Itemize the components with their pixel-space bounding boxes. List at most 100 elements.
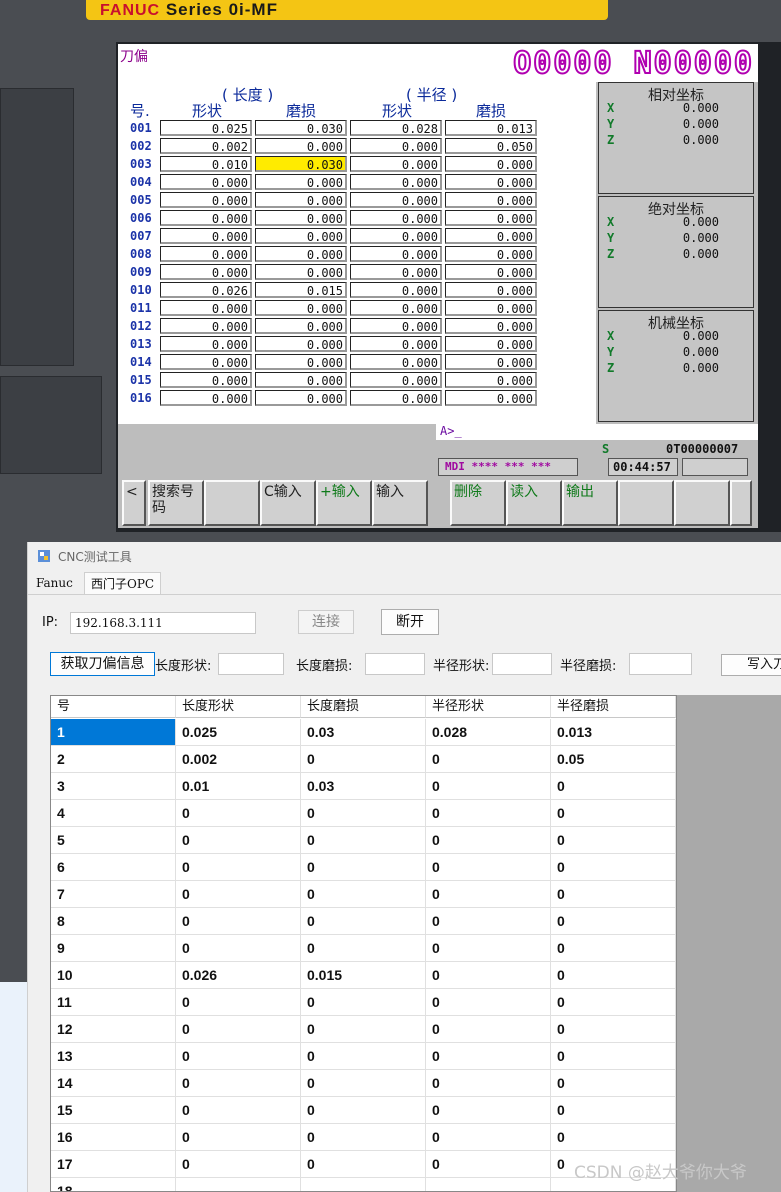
grid-cell[interactable]: 0 bbox=[551, 935, 676, 962]
offset-value-cell[interactable]: 0.000 bbox=[255, 390, 347, 406]
offset-value-cell[interactable]: 0.000 bbox=[160, 246, 252, 262]
grid-cell[interactable]: 0.025 bbox=[176, 719, 301, 746]
grid-column-header[interactable]: 长度磨损 bbox=[301, 696, 426, 718]
grid-cell[interactable]: 0 bbox=[426, 1124, 551, 1151]
grid-cell[interactable]: 0 bbox=[426, 1043, 551, 1070]
grid-cell[interactable]: 0 bbox=[176, 908, 301, 935]
offset-value-cell[interactable]: 0.000 bbox=[445, 354, 537, 370]
offset-value-cell[interactable]: 0.000 bbox=[255, 336, 347, 352]
offset-value-cell[interactable]: 0.000 bbox=[255, 300, 347, 316]
softkey-5[interactable]: +输入 bbox=[316, 480, 372, 526]
grid-cell[interactable]: 0 bbox=[426, 989, 551, 1016]
offset-value-cell[interactable]: 0.000 bbox=[160, 300, 252, 316]
grid-cell[interactable]: 15 bbox=[51, 1097, 176, 1124]
offset-value-cell[interactable]: 0.000 bbox=[350, 138, 442, 154]
grid-cell[interactable]: 18 bbox=[51, 1178, 176, 1191]
offset-value-cell[interactable]: 0.000 bbox=[445, 390, 537, 406]
offset-value-cell[interactable]: 0.000 bbox=[255, 246, 347, 262]
grid-cell[interactable]: 0 bbox=[551, 1124, 676, 1151]
offset-value-cell[interactable]: 0.000 bbox=[445, 300, 537, 316]
radius-shape-input[interactable] bbox=[492, 653, 552, 675]
offset-value-cell[interactable]: 0.000 bbox=[445, 210, 537, 226]
offset-value-cell[interactable]: 0.015 bbox=[255, 282, 347, 298]
grid-cell[interactable]: 0 bbox=[301, 800, 426, 827]
offset-value-cell[interactable]: 0.000 bbox=[445, 318, 537, 334]
grid-cell[interactable]: 0 bbox=[551, 908, 676, 935]
grid-cell[interactable]: 0 bbox=[426, 854, 551, 881]
grid-cell[interactable]: 4 bbox=[51, 800, 176, 827]
grid-cell[interactable]: 0 bbox=[301, 1043, 426, 1070]
grid-cell[interactable] bbox=[301, 1178, 426, 1191]
grid-cell[interactable]: 0 bbox=[426, 962, 551, 989]
grid-cell[interactable]: 0.03 bbox=[301, 719, 426, 746]
offset-data-grid[interactable]: 号长度形状 长度磨损 半径形状 半径磨损 1 0.025 0.03 0.028 0.013 2 0.… bbox=[50, 695, 677, 1192]
grid-cell[interactable]: 0 bbox=[551, 962, 676, 989]
softkey-10[interactable] bbox=[618, 480, 674, 526]
offset-value-cell[interactable]: 0.000 bbox=[255, 264, 347, 280]
offset-value-cell[interactable]: 0.010 bbox=[160, 156, 252, 172]
grid-cell[interactable]: 0 bbox=[301, 827, 426, 854]
softkey-8[interactable]: 读入 bbox=[506, 480, 562, 526]
grid-cell[interactable]: 2 bbox=[51, 746, 176, 773]
grid-cell[interactable]: 0 bbox=[551, 800, 676, 827]
offset-value-cell[interactable]: 0.030 bbox=[255, 156, 347, 172]
grid-cell[interactable]: 0 bbox=[176, 1097, 301, 1124]
offset-value-cell[interactable]: 0.050 bbox=[445, 138, 537, 154]
ip-input[interactable]: 192.168.3.111 bbox=[70, 612, 256, 634]
grid-cell[interactable]: 6 bbox=[51, 854, 176, 881]
offset-value-cell[interactable]: 0.000 bbox=[255, 138, 347, 154]
offset-value-cell[interactable]: 0.000 bbox=[445, 228, 537, 244]
grid-cell[interactable]: 0 bbox=[301, 1151, 426, 1178]
offset-value-cell[interactable]: 0.000 bbox=[255, 192, 347, 208]
softkey-11[interactable] bbox=[674, 480, 730, 526]
offset-value-cell[interactable]: 0.000 bbox=[445, 156, 537, 172]
grid-cell[interactable]: 0 bbox=[551, 1097, 676, 1124]
offset-value-cell[interactable]: 0.000 bbox=[255, 210, 347, 226]
offset-value-cell[interactable]: 0.000 bbox=[350, 174, 442, 190]
offset-value-cell[interactable]: 0.000 bbox=[160, 264, 252, 280]
grid-cell[interactable]: 0 bbox=[426, 1097, 551, 1124]
softkey-3[interactable] bbox=[204, 480, 260, 526]
connect-button[interactable]: 连接 bbox=[298, 610, 354, 634]
grid-cell[interactable]: 0 bbox=[176, 827, 301, 854]
offset-value-cell[interactable]: 0.026 bbox=[160, 282, 252, 298]
grid-cell[interactable]: 0.01 bbox=[176, 773, 301, 800]
offset-value-cell[interactable]: 0.000 bbox=[350, 210, 442, 226]
grid-cell[interactable]: 0.028 bbox=[426, 719, 551, 746]
grid-cell[interactable]: 0 bbox=[426, 881, 551, 908]
grid-cell[interactable]: 0 bbox=[551, 989, 676, 1016]
offset-value-cell[interactable]: 0.000 bbox=[255, 174, 347, 190]
grid-column-header[interactable]: 半径磨损 bbox=[551, 696, 676, 718]
grid-cell[interactable]: 1 bbox=[51, 719, 176, 746]
tab-siemens-opc[interactable]: 西门子OPC bbox=[84, 572, 162, 594]
softkey-9[interactable]: 输出 bbox=[562, 480, 618, 526]
grid-cell[interactable]: 8 bbox=[51, 908, 176, 935]
grid-cell[interactable] bbox=[426, 1178, 551, 1191]
offset-value-cell[interactable]: 0.000 bbox=[160, 372, 252, 388]
offset-value-cell[interactable]: 0.000 bbox=[255, 318, 347, 334]
grid-cell[interactable]: 0 bbox=[301, 881, 426, 908]
offset-value-cell[interactable]: 0.000 bbox=[350, 390, 442, 406]
grid-cell[interactable]: 0 bbox=[551, 1070, 676, 1097]
offset-value-cell[interactable]: 0.000 bbox=[350, 228, 442, 244]
offset-value-cell[interactable]: 0.000 bbox=[350, 192, 442, 208]
offset-value-cell[interactable]: 0.025 bbox=[160, 120, 252, 136]
grid-cell[interactable]: 0 bbox=[176, 1070, 301, 1097]
grid-cell[interactable]: 17 bbox=[51, 1151, 176, 1178]
grid-cell[interactable]: 0 bbox=[176, 989, 301, 1016]
offset-value-cell[interactable]: 0.000 bbox=[350, 246, 442, 262]
grid-cell[interactable]: 9 bbox=[51, 935, 176, 962]
grid-cell[interactable]: 0 bbox=[426, 773, 551, 800]
grid-cell[interactable]: 0 bbox=[426, 746, 551, 773]
offset-value-cell[interactable]: 0.000 bbox=[350, 354, 442, 370]
offset-value-cell[interactable]: 0.000 bbox=[350, 282, 442, 298]
grid-cell[interactable]: 0.015 bbox=[301, 962, 426, 989]
grid-cell[interactable]: 0 bbox=[426, 935, 551, 962]
offset-value-cell[interactable]: 0.000 bbox=[350, 264, 442, 280]
offset-value-cell[interactable]: 0.000 bbox=[445, 336, 537, 352]
grid-cell[interactable]: 0.013 bbox=[551, 719, 676, 746]
offset-value-cell[interactable]: 0.000 bbox=[350, 300, 442, 316]
input-line[interactable] bbox=[436, 424, 758, 440]
grid-cell[interactable]: 0 bbox=[426, 827, 551, 854]
grid-cell[interactable]: 0 bbox=[301, 1097, 426, 1124]
